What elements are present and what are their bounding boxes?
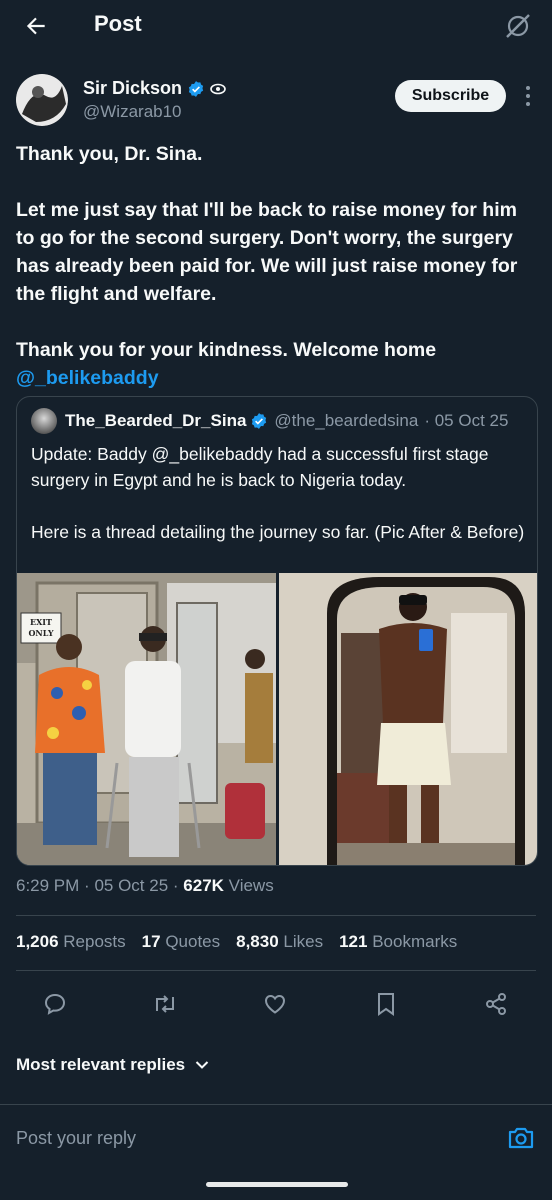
stat-count: 1,206 bbox=[16, 932, 59, 951]
share-icon[interactable] bbox=[482, 990, 510, 1018]
quoted-post-header: The_Bearded_Dr_Sina @the_beardedsina · 0… bbox=[31, 408, 509, 434]
quoted-text: Update: Baddy bbox=[31, 444, 152, 464]
svg-text:ONLY: ONLY bbox=[28, 628, 53, 638]
verified-badge-icon bbox=[252, 413, 267, 429]
divider bbox=[16, 970, 536, 971]
reply-input[interactable] bbox=[16, 1125, 456, 1151]
post-line: Let me just say that I'll be back to rai… bbox=[16, 199, 518, 305]
reply-icon[interactable] bbox=[41, 990, 69, 1018]
post-meta: 6:29 PM · 05 Oct 25 · 627K Views bbox=[16, 876, 274, 896]
stat-count: 17 bbox=[141, 932, 161, 951]
post-author: Sir Dickson @Wizarab10 Subscribe bbox=[0, 72, 552, 128]
mention-link[interactable]: @_belikebaddy bbox=[16, 367, 159, 389]
chevron-down-icon bbox=[195, 1061, 209, 1069]
meta-separator: · bbox=[84, 876, 95, 895]
stat-count: 121 bbox=[339, 932, 368, 951]
reply-composer bbox=[0, 1104, 552, 1166]
stat-bookmarks[interactable]: 121 Bookmarks bbox=[339, 932, 457, 952]
verified-badge-icon bbox=[188, 80, 204, 97]
post-date: 05 Oct 25 bbox=[94, 876, 169, 895]
replies-sort-dropdown[interactable]: Most relevant replies bbox=[16, 1055, 209, 1075]
stat-label: Likes bbox=[283, 932, 324, 951]
action-bar bbox=[0, 986, 552, 1022]
quoted-line: Here is a thread detailing the journey s… bbox=[31, 522, 525, 542]
stat-reposts[interactable]: 1,206 Reposts bbox=[16, 932, 126, 952]
more-options-icon[interactable] bbox=[518, 80, 538, 112]
views-count: 627K bbox=[183, 876, 224, 895]
camera-icon[interactable] bbox=[506, 1123, 536, 1153]
stat-likes[interactable]: 8,830 Likes bbox=[236, 932, 323, 952]
author-handle[interactable]: @Wizarab10 bbox=[83, 102, 182, 122]
quoted-mention-link[interactable]: @_belikebaddy bbox=[152, 444, 273, 464]
subscribe-button[interactable]: Subscribe bbox=[395, 80, 506, 112]
stat-count: 8,830 bbox=[236, 932, 279, 951]
author-name-text[interactable]: Sir Dickson bbox=[83, 78, 182, 99]
quoted-post-date: · 05 Oct 25 bbox=[424, 411, 509, 430]
page-title: Post bbox=[94, 11, 142, 36]
bookmark-icon[interactable] bbox=[372, 990, 400, 1018]
post-body: Thank you, Dr. Sina. Let me just say tha… bbox=[16, 140, 536, 392]
divider bbox=[16, 915, 536, 916]
quoted-author-handle[interactable]: @the_beardedsina bbox=[274, 411, 418, 431]
repost-icon[interactable] bbox=[151, 990, 179, 1018]
photo-before[interactable]: EXIT ONLY bbox=[17, 573, 276, 865]
stat-label: Reposts bbox=[63, 932, 126, 951]
author-name[interactable]: Sir Dickson bbox=[83, 78, 226, 99]
home-indicator[interactable] bbox=[206, 1182, 348, 1187]
quoted-author-name[interactable]: The_Bearded_Dr_Sina bbox=[65, 411, 246, 431]
quoted-post[interactable]: The_Bearded_Dr_Sina @the_beardedsina · 0… bbox=[16, 396, 538, 866]
quoted-post-body: Update: Baddy @_belikebaddy had a succes… bbox=[31, 441, 527, 571]
post-time: 6:29 PM bbox=[16, 876, 80, 895]
grok-icon[interactable] bbox=[500, 8, 536, 44]
engagement-stats: 1,206 Reposts 17 Quotes 8,830 Likes 121 … bbox=[16, 932, 457, 952]
quoted-avatar[interactable] bbox=[31, 408, 57, 434]
stat-label: Quotes bbox=[165, 932, 221, 951]
views-label: Views bbox=[228, 876, 274, 895]
svg-text:EXIT: EXIT bbox=[30, 617, 52, 627]
post-line-text: Thank you for your kindness. Welcome hom… bbox=[16, 339, 437, 361]
post-line: Thank you for your kindness. Welcome hom… bbox=[16, 336, 536, 392]
stat-label: Bookmarks bbox=[372, 932, 458, 951]
quoted-line: Update: Baddy @_belikebaddy had a succes… bbox=[31, 441, 527, 493]
photo-after[interactable] bbox=[279, 573, 537, 865]
meta-separator: · bbox=[172, 876, 184, 895]
stat-quotes[interactable]: 17 Quotes bbox=[142, 932, 220, 952]
back-arrow-icon[interactable] bbox=[18, 8, 54, 44]
avatar[interactable] bbox=[16, 74, 68, 126]
post-line: Thank you, Dr. Sina. bbox=[16, 143, 203, 165]
like-icon[interactable] bbox=[261, 990, 289, 1018]
eye-icon bbox=[210, 83, 226, 94]
top-bar: Post bbox=[0, 0, 552, 52]
replies-sort-label: Most relevant replies bbox=[16, 1055, 186, 1074]
